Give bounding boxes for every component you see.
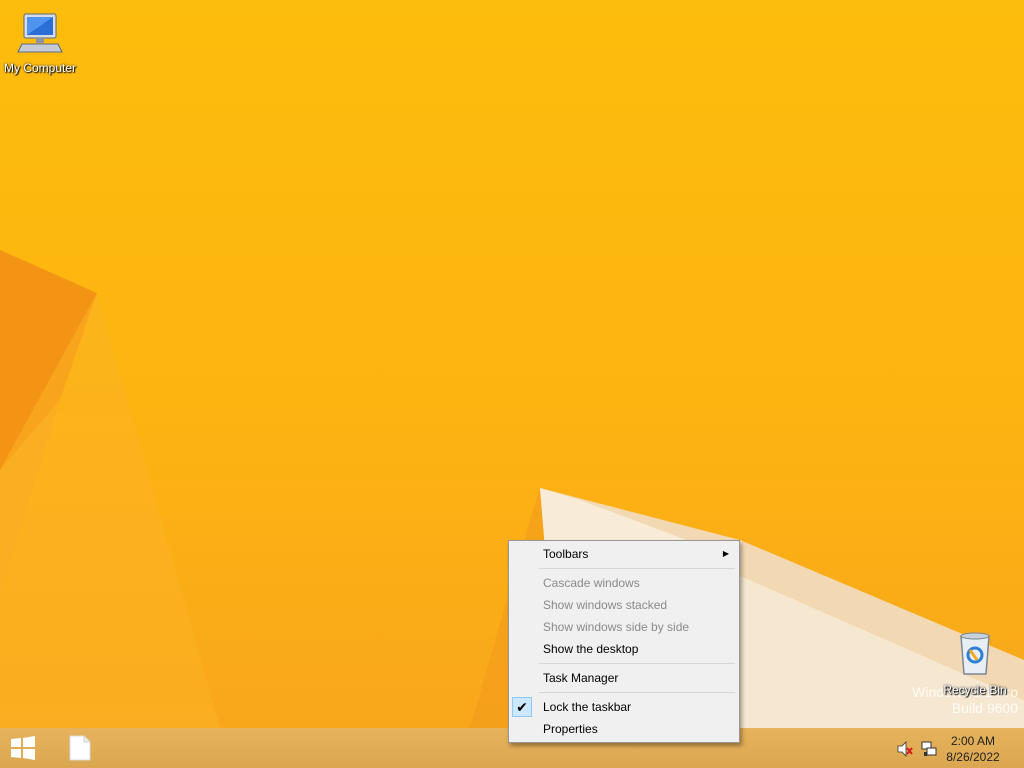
- menu-item-cascade-windows: Cascade windows: [509, 572, 739, 594]
- taskbar-pinned-document[interactable]: [66, 734, 94, 762]
- watermark-build: Build 9600: [951, 700, 1018, 716]
- menu-item-task-manager-label: Task Manager: [543, 671, 619, 685]
- menu-item-show-windows-stacked-label: Show windows stacked: [543, 598, 668, 612]
- network-tray-button[interactable]: [920, 740, 938, 758]
- my-computer-label: My Computer: [3, 61, 77, 75]
- recycle-bin-label: Recycle Bin: [943, 683, 1007, 697]
- menu-item-cascade-windows-label: Cascade windows: [543, 576, 640, 590]
- network-icon: [921, 741, 937, 756]
- menu-item-properties-label: Properties: [543, 722, 598, 736]
- menu-separator: [539, 663, 735, 664]
- start-button[interactable]: [8, 736, 38, 760]
- menu-item-show-windows-side-by-side-label: Show windows side by side: [543, 620, 690, 634]
- volume-muted-icon: [897, 741, 913, 757]
- my-computer-desktop-icon[interactable]: My Computer: [0, 8, 80, 75]
- checkmark-icon: ✔: [512, 697, 532, 717]
- submenu-arrow-icon: ▶: [722, 549, 729, 558]
- menu-item-show-desktop[interactable]: Show the desktop: [509, 638, 739, 660]
- menu-separator: [539, 692, 735, 693]
- menu-item-toolbars[interactable]: Toolbars ▶: [509, 543, 739, 565]
- windows-logo-icon: [11, 736, 35, 760]
- menu-item-show-windows-stacked: Show windows stacked: [509, 594, 739, 616]
- recycle-bin-desktop-icon[interactable]: Recycle Bin: [935, 630, 1015, 697]
- menu-item-properties[interactable]: Properties: [509, 718, 739, 740]
- menu-item-lock-taskbar[interactable]: ✔ Lock the taskbar: [509, 696, 739, 718]
- menu-item-show-desktop-label: Show the desktop: [543, 642, 639, 656]
- menu-item-task-manager[interactable]: Task Manager: [509, 667, 739, 689]
- clock-time: 2:00 AM: [950, 734, 996, 748]
- document-icon: [69, 735, 91, 761]
- volume-tray-button[interactable]: [896, 740, 914, 758]
- menu-item-lock-taskbar-label: Lock the taskbar: [543, 700, 632, 714]
- taskbar-context-menu: Toolbars ▶ Cascade windows Show windows …: [508, 540, 740, 743]
- clock-date: 8/26/2022: [946, 750, 1000, 764]
- computer-icon: [17, 13, 63, 53]
- menu-item-toolbars-label: Toolbars: [543, 547, 589, 561]
- menu-separator: [539, 568, 735, 569]
- taskbar-clock[interactable]: 2:00 AM 8/26/2022: [938, 733, 1008, 765]
- recycle-bin-icon: [960, 632, 990, 675]
- menu-item-show-windows-side-by-side: Show windows side by side: [509, 616, 739, 638]
